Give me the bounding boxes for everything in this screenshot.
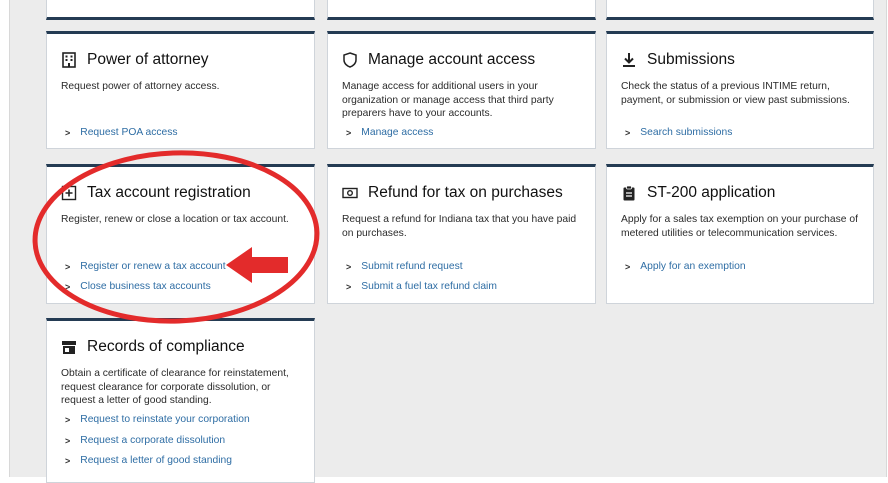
chevron-right-icon: > [65, 455, 71, 466]
money-icon [342, 187, 358, 199]
search-submissions-link[interactable]: > Search submissions [625, 127, 732, 138]
card-title: ST-200 application [621, 184, 775, 202]
submit-fuel-tax-refund-link[interactable]: > Submit a fuel tax refund claim [346, 281, 497, 292]
corporate-dissolution-link[interactable]: > Request a corporate dissolution [65, 435, 225, 446]
close-business-tax-accounts-link[interactable]: > Close business tax accounts [65, 281, 211, 292]
chevron-right-icon: > [65, 435, 71, 446]
card-description: Register, renew or close a location or t… [61, 214, 289, 225]
letter-good-standing-link[interactable]: > Request a letter of good standing [65, 455, 232, 466]
submit-refund-request-link[interactable]: > Submit refund request [346, 261, 463, 272]
card-title: Tax account registration [61, 184, 251, 202]
card-title-text: Tax account registration [87, 184, 251, 201]
card-title: Power of attorney [61, 51, 208, 69]
chevron-right-icon: > [625, 127, 631, 138]
card-description: Apply for a sales tax exemption on your … [621, 214, 858, 239]
building-icon [62, 52, 76, 68]
chevron-right-icon: > [346, 261, 352, 272]
card-records-of-compliance: Records of compliance Obtain a certifica… [46, 318, 315, 483]
card-description: Manage access for additional users in yo… [342, 81, 554, 119]
card-stub-middle [327, 0, 596, 20]
plus-box-icon [61, 185, 77, 201]
download-icon [623, 53, 635, 67]
card-power-of-attorney: Power of attorney Request power of attor… [46, 31, 315, 149]
reinstate-corporation-link[interactable]: > Request to reinstate your corporation [65, 414, 250, 425]
card-stub-right [606, 0, 874, 20]
card-title: Refund for tax on purchases [342, 184, 563, 202]
card-manage-account-access: Manage account access Manage access for … [327, 31, 596, 149]
card-description: Request power of attorney access. [61, 81, 220, 92]
card-title: Records of compliance [61, 338, 245, 356]
card-description: Check the status of a previous INTIME re… [621, 81, 850, 106]
card-title: Submissions [621, 51, 735, 69]
chevron-right-icon: > [346, 127, 352, 138]
apply-for-exemption-link[interactable]: > Apply for an exemption [625, 261, 746, 272]
chevron-right-icon: > [346, 281, 352, 292]
card-title-text: Submissions [647, 51, 735, 68]
card-st200-application: ST-200 application Apply for a sales tax… [606, 164, 874, 304]
chevron-right-icon: > [65, 281, 71, 292]
card-description: Obtain a certificate of clearance for re… [61, 368, 289, 406]
card-description: Request a refund for Indiana tax that yo… [342, 214, 577, 239]
card-refund-tax-on-purchases: Refund for tax on purchases Request a re… [327, 164, 596, 304]
chevron-right-icon: > [65, 127, 71, 138]
shield-icon [343, 52, 357, 68]
storefront-icon [62, 341, 76, 354]
card-submissions: Submissions Check the status of a previo… [606, 31, 874, 149]
request-poa-link[interactable]: > Request POA access [65, 127, 178, 138]
chevron-right-icon: > [65, 261, 71, 272]
chevron-right-icon: > [65, 414, 71, 425]
manage-access-link[interactable]: > Manage access [346, 127, 433, 138]
card-title-text: Records of compliance [87, 338, 245, 355]
card-title-text: Power of attorney [87, 51, 209, 68]
card-title-text: Refund for tax on purchases [368, 184, 563, 201]
card-stub-left [46, 0, 315, 20]
chevron-right-icon: > [625, 261, 631, 272]
card-tax-account-registration: Tax account registration Register, renew… [46, 164, 315, 304]
card-title-text: ST-200 application [647, 184, 776, 201]
clipboard-icon [623, 185, 635, 201]
card-title-text: Manage account access [368, 51, 536, 68]
card-title: Manage account access [342, 51, 535, 69]
register-renew-tax-account-link[interactable]: > Register or renew a tax account [65, 261, 226, 272]
